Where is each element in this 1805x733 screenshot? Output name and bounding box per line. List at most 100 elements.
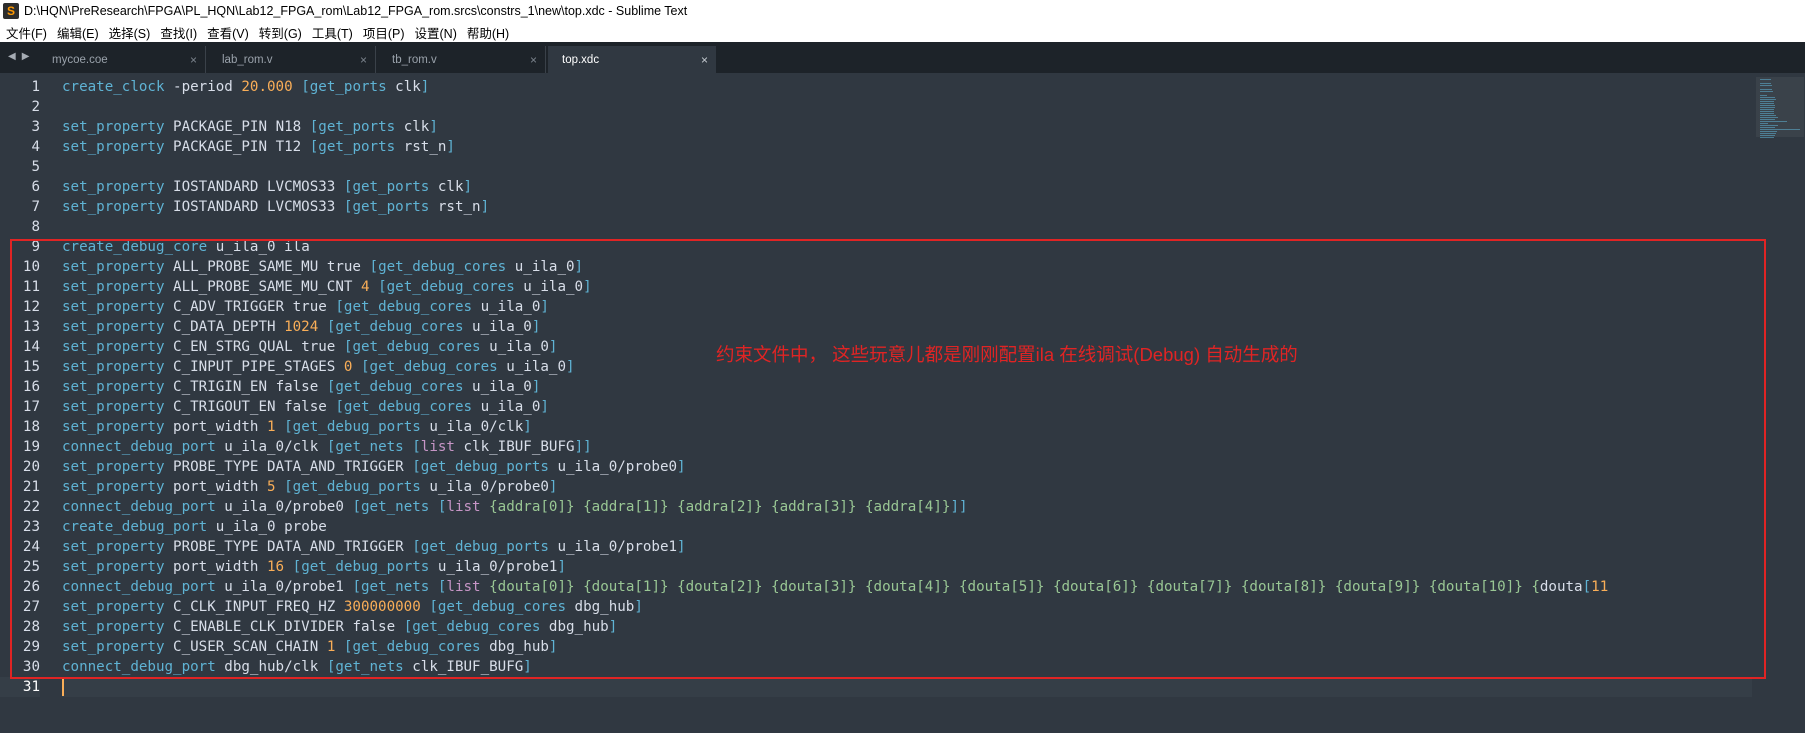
line-number: 6 [31,179,40,195]
title-bar: S D:\HQN\PreResearch\FPGA\PL_HQN\Lab12_F… [0,0,1805,22]
minimap-line [1760,105,1775,106]
minimap-line [1760,111,1774,112]
code-line[interactable]: set_property port_width 5 [get_debug_por… [62,477,1752,497]
tab-nav: ◀ ▶ [8,51,29,62]
window-title: D:\HQN\PreResearch\FPGA\PL_HQN\Lab12_FPG… [24,4,688,18]
tab-tb-rom[interactable]: tb_rom.v × [378,46,546,73]
menu-goto[interactable]: 转到(G) [254,23,307,42]
code-line[interactable]: connect_debug_port u_ila_0/probe1 [get_n… [62,577,1752,597]
tab-label: lab_rom.v [222,53,273,66]
sublime-text-icon: S [3,3,19,19]
line-number: 21 [22,479,40,495]
code-line[interactable]: set_property ALL_PROBE_SAME_MU_CNT 4 [ge… [62,277,1752,297]
minimap[interactable] [1756,77,1804,147]
line-number: 13 [22,319,40,335]
tab-bar: ◀ ▶ mycoe.coe × lab_rom.v × tb_rom.v × t… [0,42,1805,73]
nav-back-icon[interactable]: ◀ [8,51,16,62]
code-line[interactable]: create_clock -period 20.000 [get_ports c… [62,77,1752,97]
minimap-line [1760,113,1774,114]
line-number: 31 [0,677,40,697]
line-number: 8 [31,219,40,235]
code-line[interactable]: set_property IOSTANDARD LVCMOS33 [get_po… [62,197,1752,217]
minimap-line [1760,135,1775,136]
tab-mycoe[interactable]: mycoe.coe × [38,46,206,73]
code-line[interactable]: set_property C_ADV_TRIGGER true [get_deb… [62,297,1752,317]
code-line[interactable]: set_property PROBE_TYPE DATA_AND_TRIGGER… [62,457,1752,477]
line-number: 26 [22,579,40,595]
line-number: 12 [22,299,40,315]
code-line[interactable]: set_property C_USER_SCAN_CHAIN 1 [get_de… [62,637,1752,657]
line-number: 20 [22,459,40,475]
code-line[interactable] [62,157,1752,177]
code-line[interactable]: create_debug_core u_ila_0 ila [62,237,1752,257]
code-area[interactable]: create_clock -period 20.000 [get_ports c… [62,77,1752,697]
code-line[interactable]: set_property C_ENABLE_CLK_DIVIDER false … [62,617,1752,637]
minimap-line [1760,131,1777,132]
minimap-line [1760,107,1775,108]
tab-label: tb_rom.v [392,53,437,66]
minimap-line [1760,129,1800,130]
minimap-line [1760,123,1768,124]
code-line[interactable]: set_property PACKAGE_PIN N18 [get_ports … [62,117,1752,137]
minimap-line [1760,127,1775,128]
code-line[interactable]: create_debug_port u_ila_0 probe [62,517,1752,537]
code-line[interactable] [62,677,1752,697]
close-icon[interactable]: × [701,53,708,67]
code-line[interactable]: set_property C_TRIGIN_EN false [get_debu… [62,377,1752,397]
line-number: 24 [22,539,40,555]
close-icon[interactable]: × [530,53,537,67]
line-number: 2 [31,99,40,115]
minimap-line [1760,103,1774,104]
close-icon[interactable]: × [360,53,367,67]
code-line[interactable]: set_property C_TRIGOUT_EN false [get_deb… [62,397,1752,417]
code-line[interactable]: set_property IOSTANDARD LVCMOS33 [get_po… [62,177,1752,197]
line-number: 4 [31,139,40,155]
menu-help[interactable]: 帮助(H) [462,23,514,42]
menu-project[interactable]: 项目(P) [358,23,410,42]
code-line[interactable]: set_property port_width 16 [get_debug_po… [62,557,1752,577]
code-line[interactable] [62,217,1752,237]
minimap-line [1760,101,1774,102]
line-number-gutter: 1 2 3 4 5 6 7 8 9 10 11 12 13 14 15 16 17 18 19 20 21 22 23 24 2… [0,77,40,697]
minimap-line [1760,97,1775,98]
minimap-line [1760,137,1774,138]
code-line[interactable]: set_property port_width 1 [get_debug_por… [62,417,1752,437]
code-line[interactable]: connect_debug_port u_ila_0/probe0 [get_n… [62,497,1752,517]
line-number: 5 [31,159,40,175]
code-line[interactable]: set_property ALL_PROBE_SAME_MU true [get… [62,257,1752,277]
code-line[interactable]: set_property PACKAGE_PIN T12 [get_ports … [62,137,1752,157]
menu-tools[interactable]: 工具(T) [307,23,358,42]
minimap-line [1760,91,1773,92]
tab-top-xdc[interactable]: top.xdc × [548,46,716,73]
menu-view[interactable]: 查看(V) [202,23,254,42]
menu-selection[interactable]: 选择(S) [104,23,156,42]
minimap-line [1760,95,1767,96]
code-line[interactable]: set_property C_DATA_DEPTH 1024 [get_debu… [62,317,1752,337]
line-number: 1 [31,79,40,95]
line-number: 15 [22,359,40,375]
code-line[interactable]: set_property C_CLK_INPUT_FREQ_HZ 3000000… [62,597,1752,617]
minimap-line [1760,125,1778,126]
code-line[interactable]: connect_debug_port dbg_hub/clk [get_nets… [62,657,1752,677]
close-icon[interactable]: × [190,53,197,67]
line-number: 17 [22,399,40,415]
menu-find[interactable]: 查找(I) [155,23,202,42]
minimap-line [1760,109,1774,110]
code-line[interactable]: set_property PROBE_TYPE DATA_AND_TRIGGER… [62,537,1752,557]
tab-label: mycoe.coe [52,53,108,66]
line-number: 27 [22,599,40,615]
code-line[interactable]: connect_debug_port u_ila_0/clk [get_nets… [62,437,1752,457]
menu-bar: 文件(F) 编辑(E) 选择(S) 查找(I) 查看(V) 转到(G) 工具(T… [0,22,1805,42]
code-line[interactable] [62,97,1752,117]
tab-lab-rom[interactable]: lab_rom.v × [208,46,376,73]
line-number: 23 [22,519,40,535]
minimap-line [1760,83,1771,84]
line-number: 16 [22,379,40,395]
code-editor[interactable]: 1 2 3 4 5 6 7 8 9 10 11 12 13 14 15 16 17 18 19 20 21 22 23 24 2… [0,73,1805,733]
nav-forward-icon[interactable]: ▶ [22,51,30,62]
menu-file[interactable]: 文件(F) [0,23,52,42]
line-number: 11 [22,279,40,295]
menu-edit[interactable]: 编辑(E) [52,23,104,42]
menu-preferences[interactable]: 设置(N) [410,23,462,42]
line-number: 30 [22,659,40,675]
